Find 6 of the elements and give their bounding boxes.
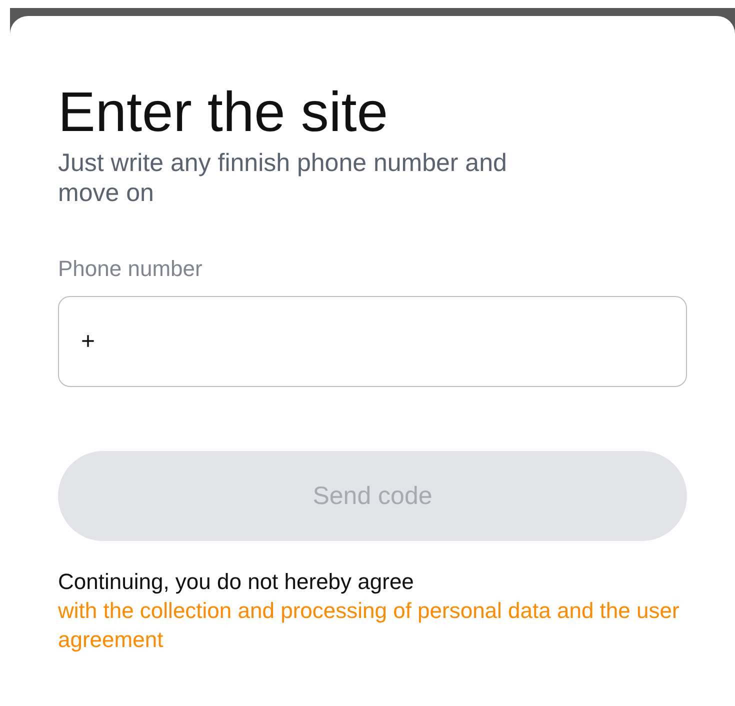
consent-text: Continuing, you do not hereby agree: [58, 569, 414, 594]
agreement-link[interactable]: with the collection and processing of personal data and the user agreement: [58, 596, 687, 654]
field-label: Phone number: [58, 256, 202, 282]
phone-input-field[interactable]: +: [58, 296, 687, 387]
page-title: Enter the site: [58, 80, 389, 144]
subtitle: Just write any finnish phone number and move on: [58, 148, 508, 208]
